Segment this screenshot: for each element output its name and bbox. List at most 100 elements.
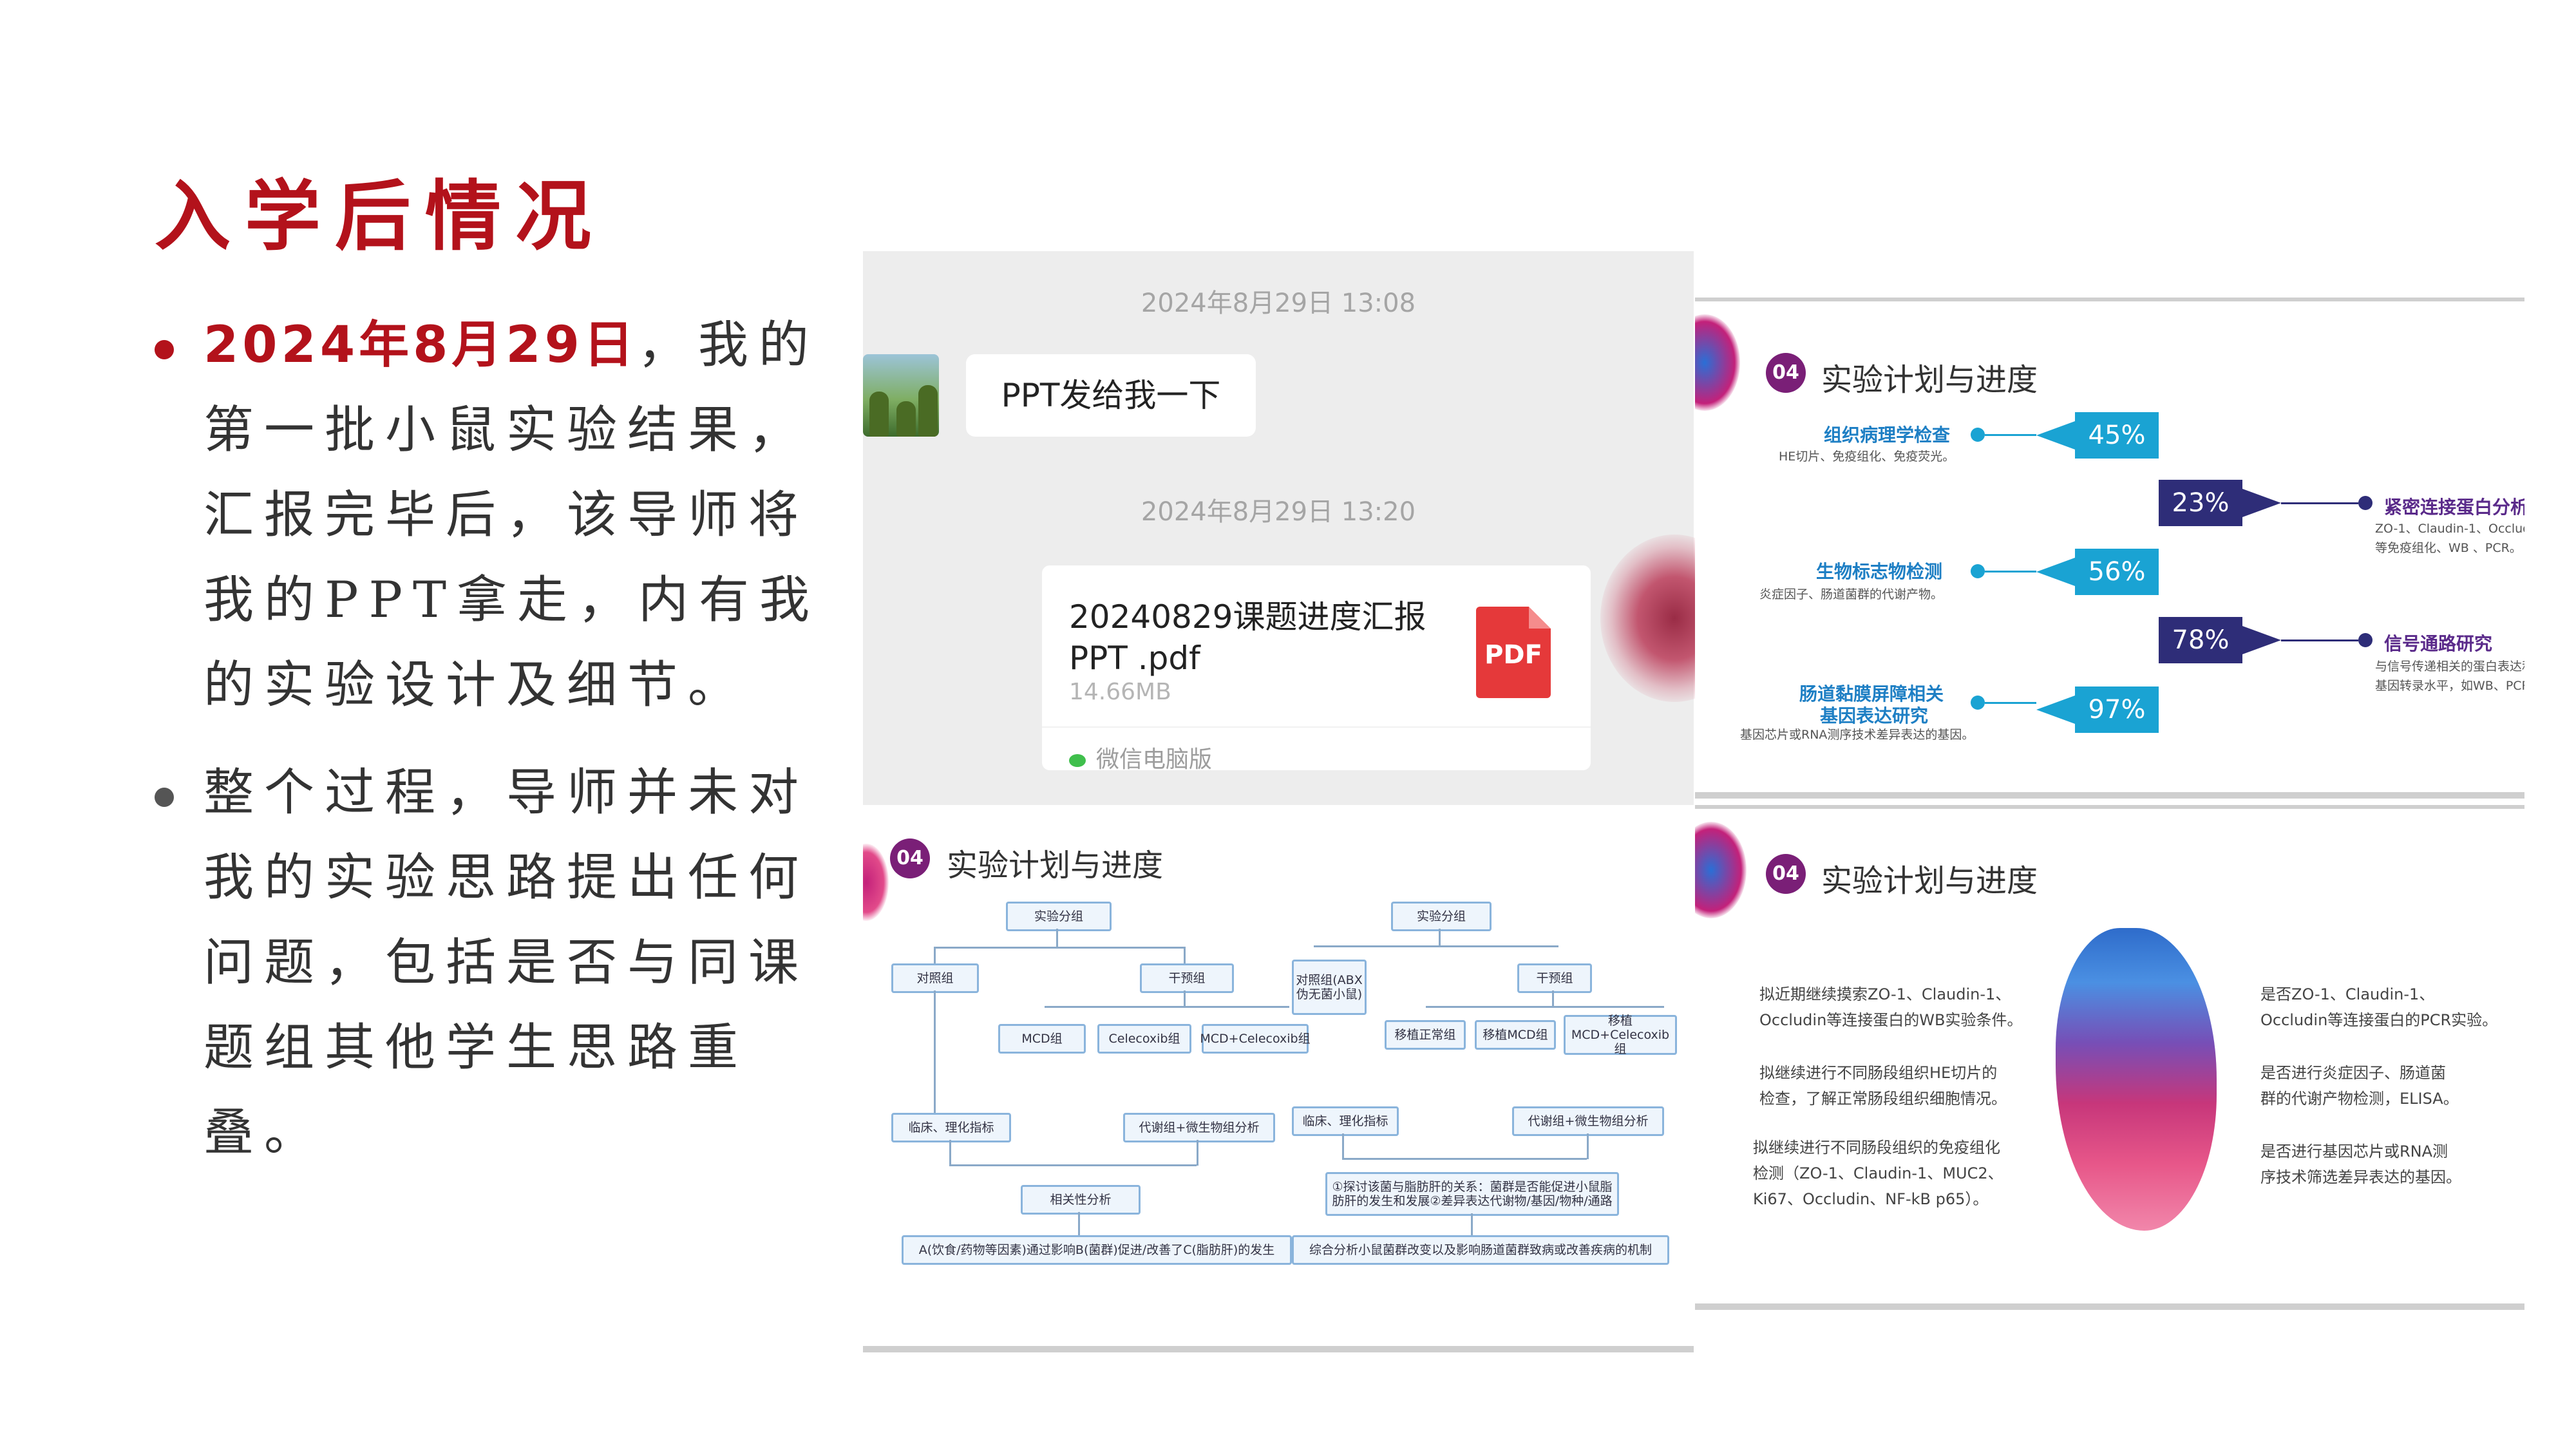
flow-node: MCD+Celecoxib组 [1200,1024,1311,1054]
connector [2281,502,2358,504]
item-label: 生物标志物检测 [1816,561,1943,582]
flow-line [949,1140,951,1166]
progress-box: 97% [2075,687,2159,733]
node-dot [1971,428,1985,442]
flow-line [1184,990,1186,1006]
item-label: 信号通路研究 [2384,633,2493,654]
flow-line [934,990,936,1113]
flow-line [1078,1212,1080,1235]
item-desc: 等免疫组化、WB 、PCR。 [2375,541,2522,555]
bullet-dot-red [155,340,174,359]
flow-line [1471,1213,1473,1235]
flow-line [934,947,936,963]
connector [2281,639,2358,641]
item-desc: ZO-1、Claudin-1、Occludin [2375,522,2524,536]
progress-box: 78% [2159,617,2242,663]
node-dot [1971,564,1985,578]
flow-line [1342,1158,1587,1160]
flow-node: 实验分组 [1006,902,1112,931]
flow-node: 综合分析小鼠菌群改变以及影响肠道菌群致病或改善疾病的机制 [1292,1235,1669,1265]
flow-node: 移植MCD组 [1475,1020,1556,1050]
flow-node: 干预组 [1140,963,1234,993]
connector [1985,571,2036,573]
flow-node: Celecoxib组 [1097,1024,1191,1054]
arrow-tip [2036,421,2075,450]
item-label: 组织病理学检查 [1824,424,1951,446]
node-dot [2358,633,2372,647]
flow-line [949,1164,1197,1166]
avatar [863,354,939,437]
item-desc: 基因转录水平，如WB、PCR。 [2375,679,2524,693]
plan-text-left-2: 拟继续进行不同肠段组织HE切片的 检查，了解正常肠段组织细胞情况。 [1759,1064,2007,1108]
highlight-date: 2024年8月29日 [204,316,638,374]
page-title: 入学后情况 [155,171,606,261]
plan-text-right-2: 是否进行炎症因子、肠道菌 群的代谢产物检测，ELISA。 [2260,1064,2459,1108]
bullet-2-text: 整个过程，导师并未对我的实验思路提出任何问题，包括是否与同课题组其他学生思路重叠… [204,764,810,1162]
file-name: 20240829课题进度汇报 PPT .pdf [1069,598,1426,677]
plan-text-left-3: 拟继续进行不同肠段组织的免疫组化 检测（ZO-1、Claudin-1、MUC2、 K… [1753,1139,2003,1208]
bullet-item-2: 整个过程，导师并未对我的实验思路提出任何问题，包括是否与同课题组其他学生思路重叠… [155,750,837,1175]
color-splash-decoration [1695,822,1747,918]
watercolor-brush-decoration [2056,928,2217,1231]
slide-flowchart: 04 实验计划与进度 实验分组 对照组 干预组 MCD组 Celecoxib组 … [863,805,1694,1352]
connector [1985,434,2036,436]
color-splash-decoration [1695,314,1740,411]
flow-line [1056,929,1058,947]
flow-node: 临床、理化指标 [891,1113,1011,1142]
wechat-icon [1069,754,1086,767]
item-desc: 基因芯片或RNA测序技术差异表达的基因。 [1740,728,1975,742]
slide-progress-chart: 04 实验计划与进度 组织病理学检查 HE切片、免疫组化、免疫荧光。 生物标志物… [1695,298,2524,799]
arrow-tip [2242,626,2281,654]
arrow-tip [2036,558,2075,586]
chat-timestamp: 2024年8月29日 13:20 [1141,497,1416,527]
flow-line [934,947,1185,949]
section-badge: 04 [890,838,930,878]
message-bubble[interactable]: PPT发给我一下 [966,354,1256,437]
flow-line [1439,929,1441,945]
flow-node: 对照组 [891,963,979,993]
pdf-file-icon: PDF [1476,607,1551,698]
chat-timestamp: 2024年8月29日 13:08 [1141,289,1416,318]
color-splash-decoration [863,844,889,921]
slide-plan-text: 04 实验计划与进度 拟近期继续摸索ZO-1、Claudin-1、 Occludi… [1695,805,2524,1310]
item-label: 基因表达研究 [1820,705,1929,726]
progress-box: 56% [2075,549,2159,595]
message-source: 微信电脑版 [1069,741,1212,774]
flow-line [1342,1133,1344,1159]
slide-title: 实验计划与进度 [1821,362,2038,398]
flow-node: A(饮食/药物等因素)通过影响B(菌群)促进/改善了C(脂肪肝)的发生 [902,1235,1292,1265]
flow-node: 代谢组+微生物组分析 [1123,1113,1275,1142]
flow-line [1552,990,1554,1006]
flow-node: 对照组(ABX伪无菌小鼠) [1292,960,1367,1015]
flow-node: 实验分组 [1391,902,1492,931]
flow-node: 临床、理化指标 [1292,1106,1399,1136]
flow-line [1314,945,1558,947]
flow-line [1045,1006,1289,1008]
flow-line [1426,1006,1664,1008]
slide-title: 实验计划与进度 [947,848,1164,884]
item-desc: 炎症因子、肠道菌群的代谢产物。 [1759,587,1944,601]
progress-box: 23% [2159,480,2242,526]
divider [1042,726,1591,728]
section-badge: 04 [1766,854,1806,894]
flow-node: 干预组 [1517,963,1592,993]
progress-box: 45% [2075,412,2159,459]
file-message-card[interactable]: 20240829课题进度汇报 PPT .pdf 14.66MB PDF 微信电脑版 [1042,565,1591,773]
plan-text-left-1: 拟近期继续摸索ZO-1、Claudin-1、 Occludin等连接蛋白的WB实验… [1759,985,2023,1029]
file-size: 14.66MB [1069,679,1171,705]
arrow-tip [2242,489,2281,517]
flow-node: ①探讨该菌与脂肪肝的关系：菌群是否能促进小鼠脂肪肝的发生和发展②差异表达代谢物/… [1325,1172,1619,1216]
section-badge: 04 [1766,353,1806,393]
flow-node: 相关性分析 [1021,1185,1141,1215]
wechat-chat-panel: 2024年8月29日 13:08 PPT发给我一下 2024年8月29日 13:… [863,251,1748,805]
bullet-item-1: 2024年8月29日，我的第一批小鼠实验结果，汇报完毕后，该导师将我的PPT拿走… [155,303,837,728]
item-desc: HE切片、免疫组化、免疫荧光。 [1779,450,1955,464]
slide-title: 实验计划与进度 [1821,863,2038,899]
flow-line [1197,1140,1198,1166]
plan-text-right-1: 是否ZO-1、Claudin-1、 Occludin等连接蛋白的PCR实验。 [2260,985,2498,1029]
flow-node: MCD组 [998,1024,1086,1054]
flow-line [1587,1133,1589,1159]
item-desc: 与信号传递相关的蛋白表达和 [2375,659,2524,674]
node-dot [1971,696,1985,710]
flow-node: 代谢组+微生物组分析 [1512,1106,1664,1136]
